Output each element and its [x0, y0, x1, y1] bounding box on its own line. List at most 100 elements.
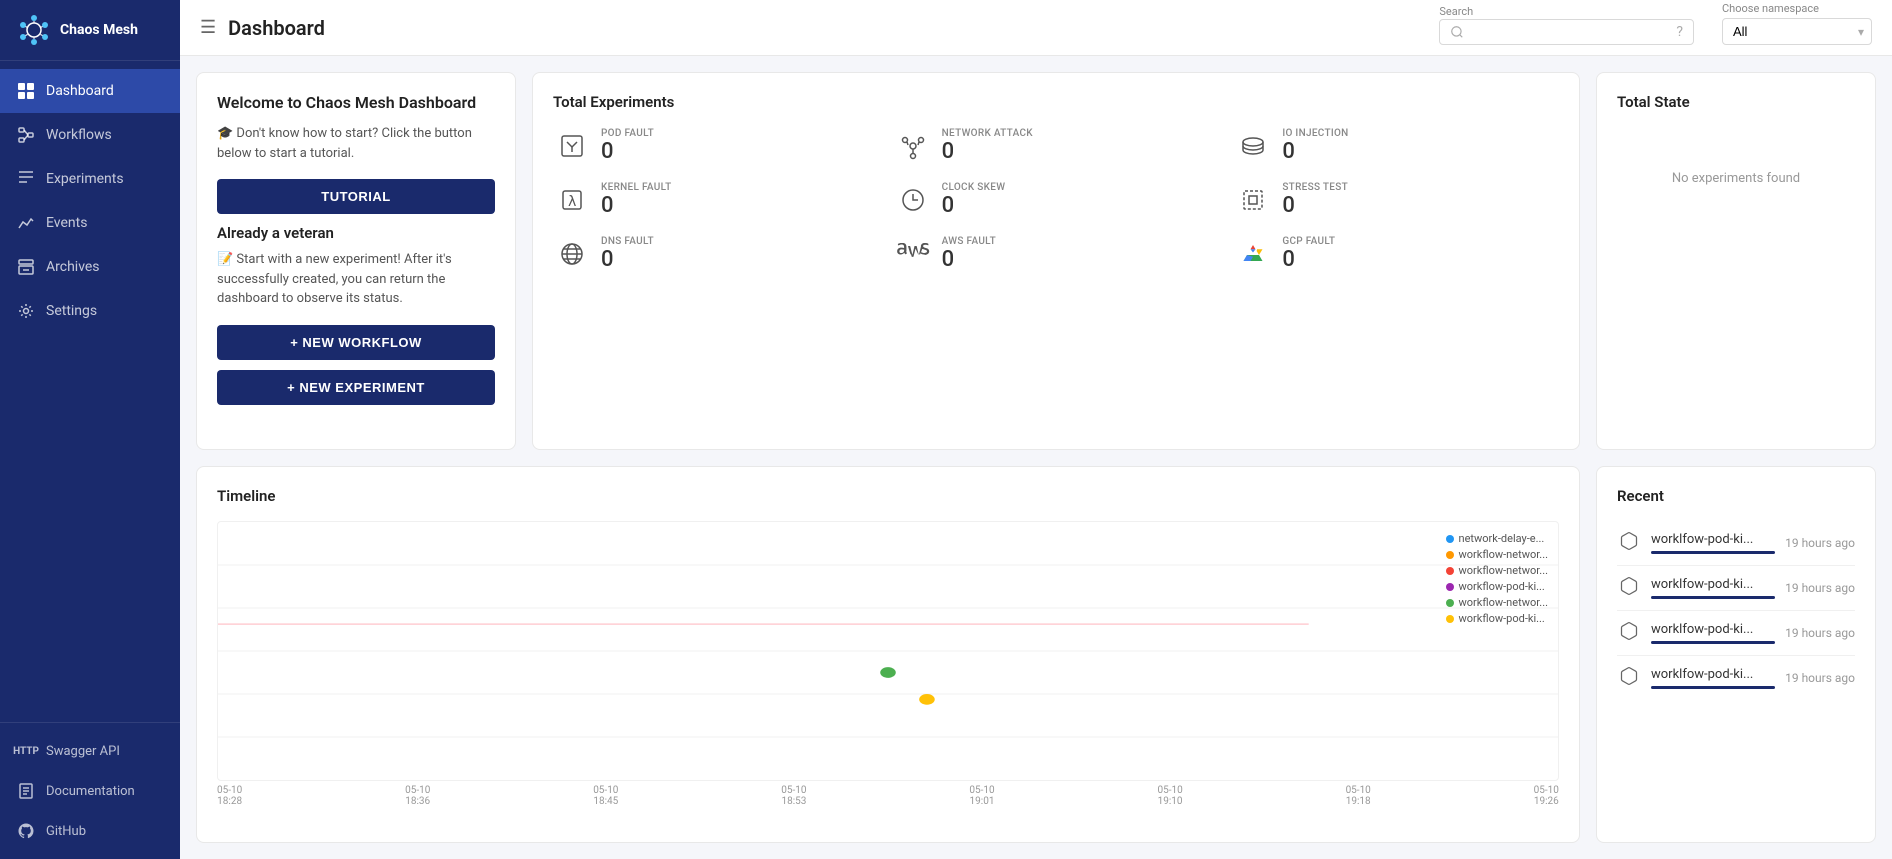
legend-item-3: workflow-networ... — [1446, 564, 1548, 577]
main-area: ☰ Dashboard Search ? Choose namespace Al… — [180, 0, 1892, 859]
kernel-fault-icon: λ — [553, 181, 591, 219]
experiment-pod-fault: POD FAULT 0 — [553, 127, 878, 165]
new-workflow-button[interactable]: + NEW WORKFLOW — [217, 325, 495, 360]
pod-fault-count: 0 — [601, 139, 654, 164]
legend-label-5: workflow-networ... — [1459, 596, 1548, 609]
stress-test-icon — [1234, 181, 1272, 219]
sidebar-item-experiments[interactable]: Experiments — [0, 157, 180, 201]
legend-item-1: network-delay-e... — [1446, 532, 1548, 545]
legend-dot-4 — [1446, 583, 1454, 591]
gcp-fault-count: 0 — [1282, 247, 1335, 272]
recent-name-3: worklfow-pod-ki... — [1651, 622, 1775, 637]
experiment-network-attack: NETWORK ATTACK 0 — [894, 127, 1219, 165]
experiments-title: Total Experiments — [553, 93, 1559, 111]
kernel-fault-count: 0 — [601, 193, 672, 218]
dns-fault-icon — [553, 235, 591, 273]
recent-progress-4 — [1651, 686, 1775, 689]
sidebar-item-events[interactable]: Events — [0, 201, 180, 245]
clock-skew-icon — [894, 181, 932, 219]
namespace-select[interactable]: All default kube-system — [1722, 18, 1872, 45]
namespace-wrapper: Choose namespace All default kube-system… — [1722, 18, 1872, 45]
aws-fault-count: 0 — [942, 247, 996, 272]
legend-label-2: workflow-networ... — [1459, 548, 1548, 561]
io-injection-icon — [1234, 127, 1272, 165]
search-icon — [1450, 25, 1464, 39]
legend-dot-2 — [1446, 551, 1454, 559]
docs-icon — [16, 781, 36, 801]
recent-card: Recent worklfow-pod-ki... 19 hours ago w… — [1596, 466, 1876, 843]
clock-skew-count: 0 — [942, 193, 1006, 218]
welcome-hint: 🎓 Don't know how to start? Click the but… — [217, 124, 495, 163]
recent-icon-1 — [1617, 531, 1641, 555]
gcp-fault-info: GCP FAULT 0 — [1282, 236, 1335, 272]
experiment-io-injection: IO INJECTION 0 — [1234, 127, 1559, 165]
recent-time-4: 19 hours ago — [1785, 671, 1855, 685]
timeline-xaxis: 05-10 18:28 05-10 18:36 05-10 18:45 05-1… — [217, 781, 1559, 807]
veteran-hint: 📝 Start with a new experiment! After it'… — [217, 250, 495, 309]
recent-name-1: worklfow-pod-ki... — [1651, 532, 1775, 547]
recent-icon-3 — [1617, 621, 1641, 645]
recent-info-3: worklfow-pod-ki... — [1651, 622, 1775, 644]
search-help-icon[interactable]: ? — [1676, 24, 1683, 40]
recent-time-2: 19 hours ago — [1785, 581, 1855, 595]
sidebar-bottom-label-swagger: Swagger API — [46, 744, 120, 759]
recent-title: Recent — [1617, 487, 1855, 505]
clock-skew-label: CLOCK SKEW — [942, 182, 1006, 193]
sidebar-item-label-settings: Settings — [46, 303, 97, 319]
aws-fault-info: AWS FAULT 0 — [942, 236, 996, 272]
menu-icon[interactable]: ☰ — [200, 17, 216, 38]
recent-progress-1 — [1651, 551, 1775, 554]
recent-item-2: worklfow-pod-ki... 19 hours ago — [1617, 566, 1855, 611]
pod-fault-label: POD FAULT — [601, 128, 654, 139]
kernel-fault-label: KERNEL FAULT — [601, 182, 672, 193]
network-attack-info: NETWORK ATTACK 0 — [942, 128, 1033, 164]
timeline-title: Timeline — [217, 487, 1559, 505]
xaxis-2: 05-10 18:36 — [405, 785, 430, 807]
no-experiments-text: No experiments found — [1617, 171, 1855, 186]
xaxis-3: 05-10 18:45 — [593, 785, 618, 807]
xaxis-6: 05-10 19:10 — [1157, 785, 1182, 807]
search-box: ? — [1439, 19, 1694, 45]
sidebar-item-workflows[interactable]: Workflows — [0, 113, 180, 157]
network-attack-label: NETWORK ATTACK — [942, 128, 1033, 139]
legend-dot-6 — [1446, 615, 1454, 623]
sidebar-item-archives[interactable]: Archives — [0, 245, 180, 289]
events-icon — [16, 213, 36, 233]
dashboard-icon — [16, 81, 36, 101]
legend-item-4: workflow-pod-ki... — [1446, 580, 1548, 593]
search-input[interactable] — [1470, 24, 1670, 39]
content-grid: Welcome to Chaos Mesh Dashboard 🎓 Don't … — [180, 56, 1892, 859]
sidebar-item-swagger[interactable]: HTTP Swagger API — [0, 731, 180, 771]
tutorial-button[interactable]: TUTORIAL — [217, 179, 495, 214]
svg-text:λ: λ — [568, 194, 576, 210]
legend-item-5: workflow-networ... — [1446, 596, 1548, 609]
sidebar-item-dashboard[interactable]: Dashboard — [0, 69, 180, 113]
experiment-gcp-fault: GCP FAULT 0 — [1234, 235, 1559, 273]
timeline-chart: network-delay-e... workflow-networ... wo… — [217, 521, 1559, 781]
pod-fault-icon — [553, 127, 591, 165]
xaxis-7: 05-10 19:18 — [1346, 785, 1371, 807]
recent-time-1: 19 hours ago — [1785, 536, 1855, 550]
recent-icon-4 — [1617, 666, 1641, 690]
timeline-svg — [218, 522, 1558, 780]
settings-icon — [16, 301, 36, 321]
total-state-card: Total State No experiments found — [1596, 72, 1876, 450]
recent-item-1: worklfow-pod-ki... 19 hours ago — [1617, 521, 1855, 566]
recent-progress-3 — [1651, 641, 1775, 644]
sidebar: Chaos Mesh Dashboard Workflows Experimen… — [0, 0, 180, 859]
sidebar-item-settings[interactable]: Settings — [0, 289, 180, 333]
dns-fault-count: 0 — [601, 247, 654, 272]
legend-dot-5 — [1446, 599, 1454, 607]
veteran-title: Already a veteran — [217, 224, 495, 242]
logo[interactable]: Chaos Mesh — [0, 0, 180, 61]
sidebar-item-github[interactable]: GitHub — [0, 811, 180, 851]
recent-name-4: worklfow-pod-ki... — [1651, 667, 1775, 682]
archives-icon — [16, 257, 36, 277]
stress-test-info: STRESS TEST 0 — [1282, 182, 1348, 218]
new-experiment-button[interactable]: + NEW EXPERIMENT — [217, 370, 495, 405]
swagger-icon: HTTP — [16, 741, 36, 761]
legend-label-1: network-delay-e... — [1459, 532, 1545, 545]
kernel-fault-info: KERNEL FAULT 0 — [601, 182, 672, 218]
sidebar-item-docs[interactable]: Documentation — [0, 771, 180, 811]
io-injection-label: IO INJECTION — [1282, 128, 1348, 139]
